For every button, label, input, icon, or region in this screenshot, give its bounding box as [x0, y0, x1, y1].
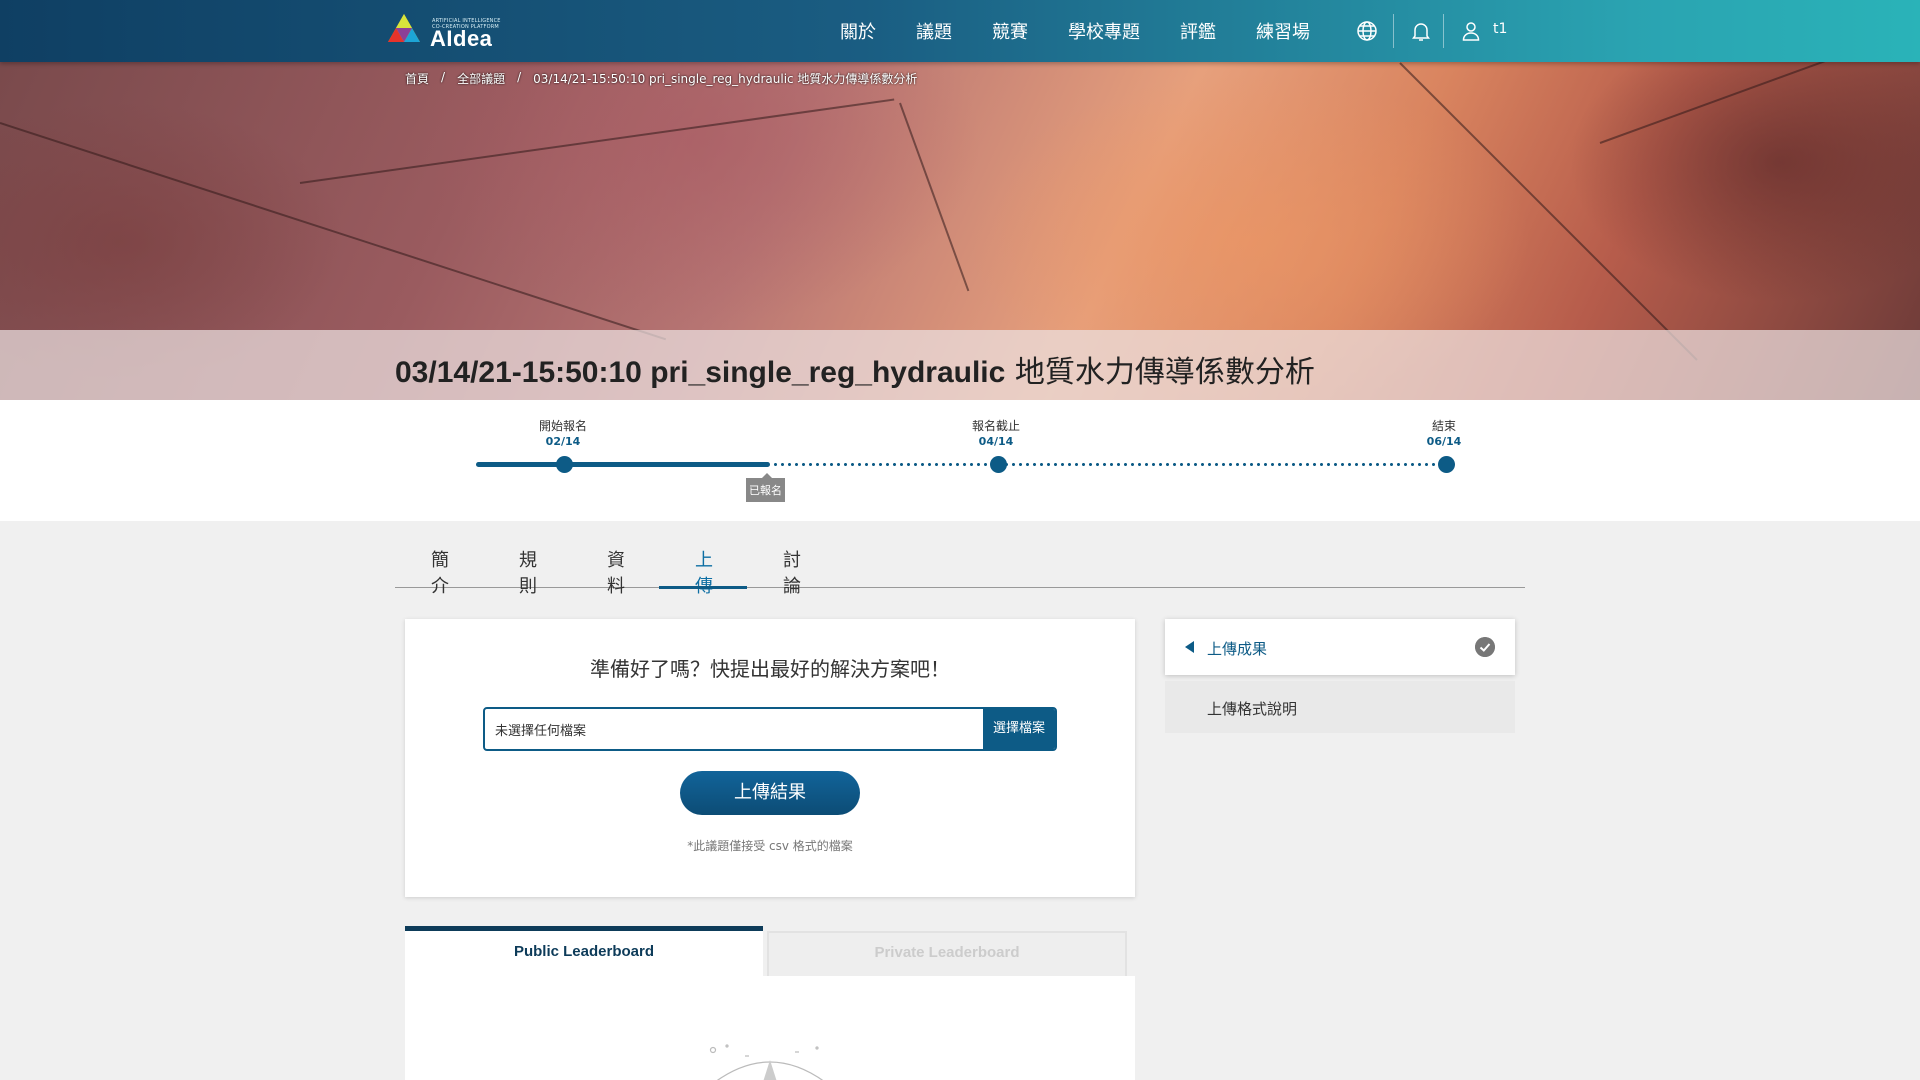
aidea-logo[interactable]: ARTIFICIAL INTELLIGENCE CO-CREATION PLAT… [386, 10, 506, 52]
tab-upload[interactable]: 上傳 [659, 530, 747, 597]
timeline-end-date: 06/14 [1426, 435, 1462, 448]
rock-texture [1399, 62, 1698, 361]
user-icon[interactable] [1459, 19, 1483, 43]
tab-discussion[interactable]: 討論 [747, 530, 835, 597]
registered-badge: 已報名 [746, 473, 785, 502]
timeline-start-node [556, 456, 573, 473]
nav-item-school-projects[interactable]: 學校專題 [1068, 18, 1140, 44]
side-item-format-guide[interactable]: 上傳格式說明 [1165, 681, 1515, 733]
file-input-placeholder: 未選擇任何檔案 [495, 724, 587, 739]
leaderboard-tabs: Public Leaderboard Private Leaderboard [405, 926, 1135, 976]
breadcrumb-all-topics[interactable]: 全部議題 [457, 70, 505, 87]
timeline-end-node [1438, 456, 1455, 473]
logo-text: AIdea [430, 26, 493, 51]
page-title-en: 03/14/21-15:50:10 pri_single_reg_hydraul… [395, 356, 1006, 389]
tab-private-leaderboard[interactable]: Private Leaderboard [767, 931, 1127, 976]
timeline-remaining-track [772, 463, 1446, 466]
username[interactable]: t1 [1493, 21, 1507, 37]
nav-item-competitions[interactable]: 競賽 [992, 18, 1028, 44]
empty-state-illustration-icon [709, 1044, 824, 1080]
file-input[interactable]: 未選擇任何檔案 選擇檔案 [483, 707, 1057, 751]
timeline-deadline-date: 04/14 [978, 435, 1014, 448]
upload-heading: 準備好了嗎？快提出最好的解決方案吧！ [590, 657, 950, 681]
nav-divider [1393, 14, 1394, 48]
breadcrumb: 首頁 / 全部議題 / 03/14/21-15:50:10 pri_single… [405, 70, 917, 87]
breadcrumb-home[interactable]: 首頁 [405, 70, 429, 87]
upload-side-menu: 上傳成果 上傳格式說明 [1165, 619, 1515, 733]
competition-timeline: 開始報名 02/14 報名截止 04/14 結束 06/14 已報名 [0, 400, 1920, 521]
nav-item-topics[interactable]: 議題 [916, 18, 952, 44]
rock-texture [1599, 62, 1902, 144]
choose-file-button[interactable]: 選擇檔案 [983, 709, 1055, 749]
tab-rules[interactable]: 規則 [483, 530, 571, 597]
nav-item-evaluation[interactable]: 評鑑 [1180, 18, 1216, 44]
side-item-upload-results[interactable]: 上傳成果 [1165, 619, 1515, 675]
bell-icon[interactable] [1409, 19, 1433, 43]
timeline-deadline-label: 報名截止 [971, 419, 1020, 433]
rock-texture [299, 98, 895, 184]
upload-card: 準備好了嗎？快提出最好的解決方案吧！ 未選擇任何檔案 選擇檔案 上傳結果 *此議… [405, 619, 1135, 897]
rock-texture [899, 102, 970, 292]
nav-item-practice[interactable]: 練習場 [1256, 18, 1310, 44]
breadcrumb-current: 03/14/21-15:50:10 pri_single_reg_hydraul… [533, 72, 918, 86]
check-circle-icon [1475, 637, 1495, 657]
caret-left-icon [1185, 641, 1194, 653]
tab-data[interactable]: 資料 [571, 530, 659, 597]
nav-item-about[interactable]: 關於 [840, 18, 876, 44]
timeline-start-date: 02/14 [545, 435, 581, 448]
logo-mark-icon [388, 14, 420, 42]
page-title: 03/14/21-15:50:10 pri_single_reg_hydraul… [395, 347, 1315, 391]
upload-result-button[interactable]: 上傳結果 [680, 771, 860, 815]
top-navbar: ARTIFICIAL INTELLIGENCE CO-CREATION PLAT… [0, 0, 1920, 62]
topic-tabs: 簡介 規則 資料 上傳 討論 [395, 530, 1525, 597]
breadcrumb-separator: / [517, 70, 522, 84]
breadcrumb-separator: / [441, 70, 446, 84]
side-item-label: 上傳格式說明 [1207, 700, 1298, 718]
upload-format-hint: *此議題僅接受 csv 格式的檔案 [687, 839, 853, 853]
timeline-deadline-node [990, 456, 1007, 473]
globe-icon[interactable] [1355, 19, 1379, 43]
tab-public-leaderboard[interactable]: Public Leaderboard [405, 926, 763, 976]
tab-intro[interactable]: 簡介 [395, 530, 483, 597]
timeline-start-label: 開始報名 [538, 419, 587, 433]
timeline-end-label: 結束 [1431, 419, 1456, 433]
page-title-zh: 地質水力傳導係數分析 [1005, 355, 1315, 390]
leaderboard-panel [405, 976, 1135, 1080]
main-nav: 關於 議題 競賽 學校專題 評鑑 練習場 [840, 0, 1350, 62]
side-item-label: 上傳成果 [1207, 640, 1268, 658]
rock-texture [0, 122, 667, 341]
nav-divider [1443, 14, 1444, 48]
timeline-progress-bar [476, 462, 770, 467]
